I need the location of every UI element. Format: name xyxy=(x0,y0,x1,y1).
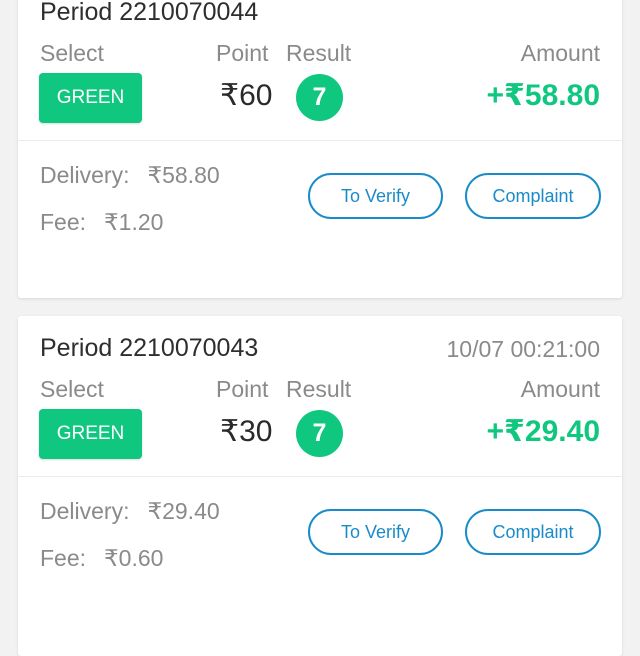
delivery-label: Delivery: xyxy=(40,498,130,524)
select-green-badge: GREEN xyxy=(39,409,142,459)
delivery-row: Delivery: ₹29.40 xyxy=(40,498,220,525)
order-card: Period 2210070043 10/07 00:21:00 Select … xyxy=(18,316,622,656)
fee-row: Fee: ₹1.20 xyxy=(40,209,163,236)
delivery-value: ₹29.40 xyxy=(147,498,220,524)
point-header: Point xyxy=(216,40,269,66)
complaint-button[interactable]: Complaint xyxy=(465,173,601,219)
divider xyxy=(18,140,622,141)
amount-header: Amount xyxy=(520,376,600,402)
fee-value: ₹0.60 xyxy=(104,545,164,571)
amount-value: +₹58.80 xyxy=(486,79,600,112)
period-time: 10/07 00:21:00 xyxy=(446,336,600,362)
delivery-value: ₹58.80 xyxy=(147,162,220,188)
period-number: Period 2210070043 xyxy=(40,334,259,362)
fee-row: Fee: ₹0.60 xyxy=(40,545,163,572)
period-number: Period 2210070044 xyxy=(40,0,259,26)
order-card: Period 2210070044 Select Point Result Am… xyxy=(18,0,622,298)
result-number-badge: 7 xyxy=(296,74,343,121)
point-value: ₹30 xyxy=(220,415,273,448)
select-header: Select xyxy=(40,40,104,66)
complaint-button[interactable]: Complaint xyxy=(465,509,601,555)
point-value: ₹60 xyxy=(220,79,273,112)
select-green-badge: GREEN xyxy=(39,73,142,123)
fee-label: Fee: xyxy=(40,209,87,235)
point-header: Point xyxy=(216,376,269,402)
delivery-row: Delivery: ₹58.80 xyxy=(40,162,220,189)
select-header: Select xyxy=(40,376,104,402)
to-verify-button[interactable]: To Verify xyxy=(308,173,443,219)
amount-value: +₹29.40 xyxy=(486,415,600,448)
result-number-badge: 7 xyxy=(296,410,343,457)
fee-label: Fee: xyxy=(40,545,87,571)
result-header: Result xyxy=(286,376,352,402)
result-header: Result xyxy=(286,40,352,66)
delivery-label: Delivery: xyxy=(40,162,130,188)
amount-header: Amount xyxy=(520,40,600,66)
to-verify-button[interactable]: To Verify xyxy=(308,509,443,555)
divider xyxy=(18,476,622,477)
fee-value: ₹1.20 xyxy=(104,209,164,235)
